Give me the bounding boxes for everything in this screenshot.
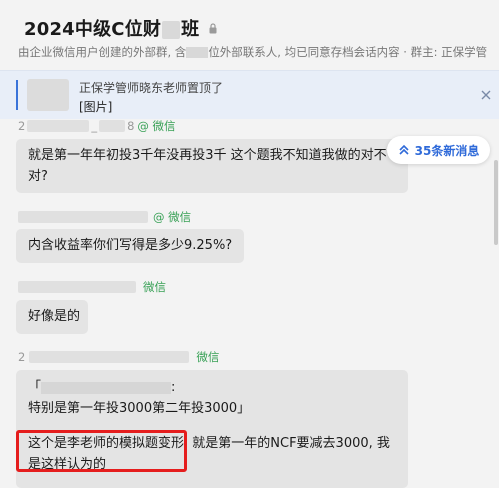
quote-colon: : xyxy=(171,380,176,395)
redacted-block xyxy=(41,381,172,394)
new-messages-label: 35条新消息 xyxy=(414,143,480,158)
wechat-tag: @ 微信 xyxy=(137,119,176,133)
redacted-block xyxy=(162,21,181,39)
group-title-prefix: 2024中级C位财 xyxy=(24,19,162,40)
highlight-annotation-box xyxy=(16,430,187,472)
message-sender: 2 _ 8 @ 微信 xyxy=(18,118,176,134)
redacted-block xyxy=(186,47,209,58)
pinned-message-bar[interactable]: 正保学管师晓东老师置顶了 [图片] xyxy=(0,70,499,119)
message-line: 内含收益率你们写得是多少9.25%? xyxy=(28,238,233,253)
group-title[interactable]: 2024中级C位财班 xyxy=(24,15,199,41)
message-line: 就是第一年年初投3千年没再投3千 这个题我不知道我做的对不 xyxy=(28,148,387,163)
redacted-block xyxy=(18,281,136,293)
message-sender: @ 微信 xyxy=(18,209,191,225)
wechat-tag: 微信 xyxy=(143,280,166,294)
redacted-block xyxy=(27,120,90,132)
quoted-reference: 「: xyxy=(28,377,396,398)
scrollbar-thumb[interactable] xyxy=(494,160,498,245)
redacted-block xyxy=(99,120,126,132)
pinned-image-thumbnail[interactable] xyxy=(27,79,69,111)
pinned-accent-bar xyxy=(16,80,18,110)
wechat-tag: @ 微信 xyxy=(153,210,192,224)
lock-icon xyxy=(209,22,217,33)
message-line: 就是第一年的NCF要减去3000, 我 xyxy=(192,436,390,451)
pinned-content: [图片] xyxy=(79,100,113,114)
message-line: 对? xyxy=(28,169,48,184)
sender-name-fragment: 2 xyxy=(18,350,26,364)
message-sender: 2 微信 xyxy=(18,349,219,365)
group-subtitle: 由企业微信用户创建的外部群, 含 位外部联系人, 均已同意存档会话内容 · 群主:… xyxy=(18,44,487,60)
sender-name-fragment: 8 xyxy=(127,119,135,133)
close-icon[interactable] xyxy=(478,87,494,103)
title-row: 2024中级C位财班 xyxy=(24,15,217,41)
pinned-text: 正保学管师晓东老师置顶了 xyxy=(79,81,224,95)
wechat-tag: 微信 xyxy=(196,350,220,364)
message-line: 特别是第一年投3000第二年投3000」 xyxy=(28,401,251,416)
message-sender: 微信 xyxy=(18,279,166,295)
chat-header: 2024中级C位财班 由企业微信用户创建的外部群, 含 位外部联系人, 均已同意存… xyxy=(0,0,499,70)
message-bubble[interactable]: 就是第一年年初投3千年没再投3千 这个题我不知道我做的对不 对? xyxy=(16,139,408,193)
sender-name-fragment: 2 xyxy=(18,119,26,133)
redacted-block xyxy=(29,351,190,363)
new-messages-button[interactable]: 35条新消息 xyxy=(387,136,490,164)
message-line: 好像是的 xyxy=(28,309,81,324)
message-bubble[interactable]: 好像是的 xyxy=(16,300,88,334)
group-title-suffix: 班 xyxy=(181,19,200,40)
subtitle-part3: · 群主: 正保学管 xyxy=(403,45,488,59)
double-chevron-up-icon xyxy=(399,144,409,155)
sender-name-fragment: _ xyxy=(91,119,98,133)
quote-open: 「 xyxy=(28,380,42,395)
subtitle-part2: 位外部联系人, 均已同意存档会话内容 xyxy=(208,45,400,59)
message-bubble[interactable]: 内含收益率你们写得是多少9.25%? xyxy=(16,229,244,263)
subtitle-part1: 由企业微信用户创建的外部群, 含 xyxy=(18,45,187,59)
redacted-block xyxy=(18,211,148,223)
